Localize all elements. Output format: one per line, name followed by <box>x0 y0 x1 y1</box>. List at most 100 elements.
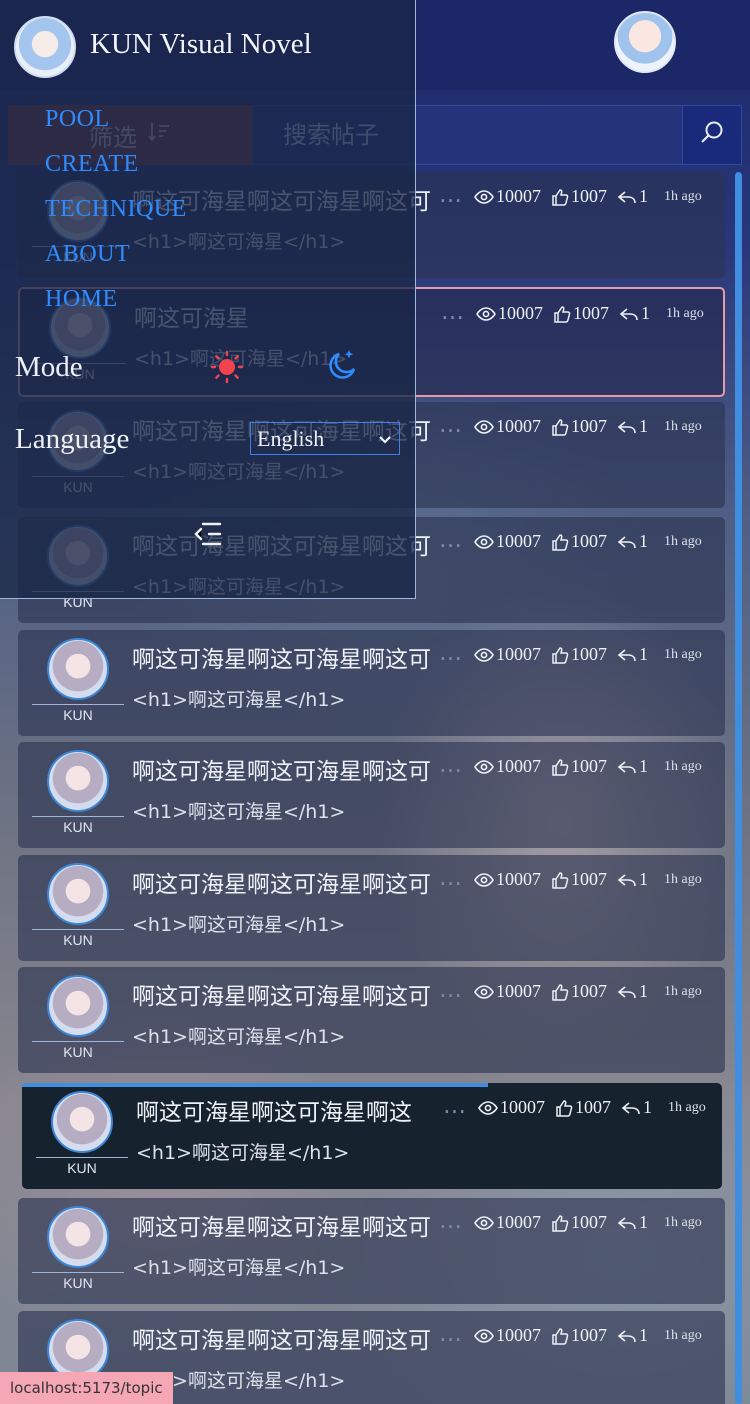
topic-card[interactable]: KUN 啊这可海星啊这可海星啊这 <h1>啊这可海星</h1> 10007 1007 11… <box>22 1083 722 1189</box>
divider <box>32 1041 124 1042</box>
topic-title[interactable]: 啊这可海星啊这可海星啊这可 <box>132 1321 462 1355</box>
topic-card[interactable]: KUN啊这可海星啊这可海星啊这可<h1>啊这可海星</h1>1000710071… <box>18 855 725 961</box>
eye-icon <box>474 984 494 999</box>
likes-count: 1007 <box>573 303 609 323</box>
moon-icon[interactable] <box>326 348 360 387</box>
search-icon <box>699 120 725 151</box>
topic-card[interactable]: KUN啊这可海星啊这可海星啊这可 <h1>啊这可海星</h1> 1000710071… <box>18 1198 725 1304</box>
topic-author[interactable]: KUN <box>32 750 124 835</box>
replies-stat: 1 <box>617 531 648 552</box>
nav-link-about[interactable]: ABOUT <box>45 241 130 268</box>
replies-count: 1 <box>639 416 648 436</box>
likes-stat: 1007 <box>551 416 607 437</box>
language-select[interactable]: English <box>250 422 400 455</box>
topic-preview: <h1>啊这可海星</h1> <box>132 801 346 823</box>
eye-icon <box>474 872 494 887</box>
topic-title[interactable]: 啊这可海星啊这可海星啊这可 <box>132 865 462 899</box>
avatar[interactable] <box>51 1091 113 1153</box>
topic-author[interactable]: KUN <box>36 1091 128 1176</box>
scrollbar[interactable] <box>735 172 742 1404</box>
views-count: 10007 <box>496 756 541 776</box>
thumbs-up-icon <box>551 1327 569 1345</box>
username: KUN <box>67 1160 97 1176</box>
views-count: 10007 <box>496 981 541 1001</box>
topic-author[interactable]: KUN <box>32 638 124 723</box>
eye-icon <box>478 1100 498 1115</box>
replies-stat: 1 <box>617 981 648 1002</box>
topic-stats: 10007 1007 1 1h ago <box>474 1212 712 1233</box>
search-button[interactable] <box>682 105 742 165</box>
topic-time: 1h ago <box>664 646 702 662</box>
nav-link-technique[interactable]: TECHNIQUE <box>45 196 187 223</box>
views-stat: 10007 <box>476 303 543 324</box>
views-stat: 10007 <box>474 1325 541 1346</box>
likes-count: 1007 <box>575 1097 611 1117</box>
topic-preview: <h1>啊这可海星</h1> <box>132 689 346 711</box>
views-count: 10007 <box>500 1097 545 1117</box>
thumbs-up-icon <box>551 983 569 1001</box>
views-count: 10007 <box>496 1325 541 1345</box>
site-logo[interactable] <box>14 16 76 78</box>
topic-time: 1h ago <box>664 1327 702 1343</box>
topic-time: 1h ago <box>664 188 702 204</box>
reply-icon <box>617 419 637 435</box>
topic-title[interactable]: 啊这可海星啊这可海星啊这可 <box>132 752 462 786</box>
thumbs-up-icon <box>551 646 569 664</box>
divider <box>32 1272 124 1273</box>
nav-link-pool[interactable]: POOL <box>45 106 110 133</box>
replies-count: 1 <box>639 981 648 1001</box>
likes-count: 1007 <box>571 1212 607 1232</box>
topic-card[interactable]: KUN 啊这可海星啊这可海星啊这可 <h1>啊这可海星</h1> 10007 1007 1… <box>18 742 725 848</box>
eye-icon <box>474 1328 494 1343</box>
views-stat: 10007 <box>474 531 541 552</box>
divider <box>36 1157 128 1158</box>
avatar[interactable] <box>47 975 109 1037</box>
username: KUN <box>63 1044 93 1060</box>
views-count: 10007 <box>496 644 541 664</box>
topic-title[interactable]: 啊这可海星啊这可海星啊这可 <box>132 1208 462 1242</box>
likes-count: 1007 <box>571 756 607 776</box>
thumbs-up-icon <box>551 418 569 436</box>
topic-title[interactable]: 啊这可海星啊这可海星啊这 <box>136 1093 466 1127</box>
topic-time: 1h ago <box>664 871 702 887</box>
menu-collapse-icon[interactable] <box>193 519 223 554</box>
thumbs-up-icon <box>551 1214 569 1232</box>
topic-title[interactable]: 啊这可海星啊这可海星啊这可 <box>132 640 462 674</box>
loading-progress-bar <box>22 1083 488 1087</box>
topic-card[interactable]: KUN啊这可海星啊这可海星啊这可<h1>啊这可海星</h1>1000710071… <box>18 967 725 1073</box>
replies-count: 1 <box>643 1097 652 1117</box>
likes-count: 1007 <box>571 869 607 889</box>
reply-icon <box>617 1215 637 1231</box>
likes-stat: 1007 <box>551 1325 607 1346</box>
topic-stats: 10007 1007 1 1h ago <box>476 303 714 324</box>
username: KUN <box>63 819 93 835</box>
avatar[interactable] <box>47 638 109 700</box>
topic-title[interactable]: 啊这可海星啊这可海星啊这可 <box>132 977 462 1011</box>
avatar[interactable] <box>47 863 109 925</box>
views-count: 10007 <box>496 186 541 206</box>
nav-link-create[interactable]: CREATE <box>45 151 139 178</box>
user-avatar[interactable] <box>614 11 676 73</box>
sun-icon[interactable] <box>210 350 244 389</box>
topic-author[interactable]: KUN <box>32 975 124 1060</box>
replies-count: 1 <box>639 869 648 889</box>
topic-stats: 10007 1007 1 1h ago <box>474 981 712 1002</box>
eye-icon <box>474 189 494 204</box>
topic-card[interactable]: KUN啊这可海星啊这可海星啊这可<h1>啊这可海星</h1>1000710071… <box>18 630 725 736</box>
topic-author[interactable]: KUN <box>32 863 124 948</box>
topic-preview: <h1>啊这可海星</h1> <box>136 1142 350 1164</box>
likes-count: 1007 <box>571 981 607 1001</box>
topic-stats: 10007 1007 1 1h ago <box>474 756 712 777</box>
topic-preview: <h1>啊这可海星</h1> <box>132 1257 346 1279</box>
nav-link-home[interactable]: HOME <box>45 286 118 313</box>
eye-icon <box>474 1215 494 1230</box>
reply-icon <box>617 647 637 663</box>
avatar[interactable] <box>47 750 109 812</box>
replies-stat: 1 <box>617 756 648 777</box>
site-name[interactable]: KUN Visual Novel <box>90 28 312 61</box>
topic-author[interactable]: KUN <box>32 1206 124 1291</box>
reply-icon <box>619 306 639 322</box>
avatar[interactable] <box>47 1206 109 1268</box>
reply-icon <box>617 984 637 1000</box>
status-bar-url: localhost:5173/topic <box>0 1372 173 1404</box>
